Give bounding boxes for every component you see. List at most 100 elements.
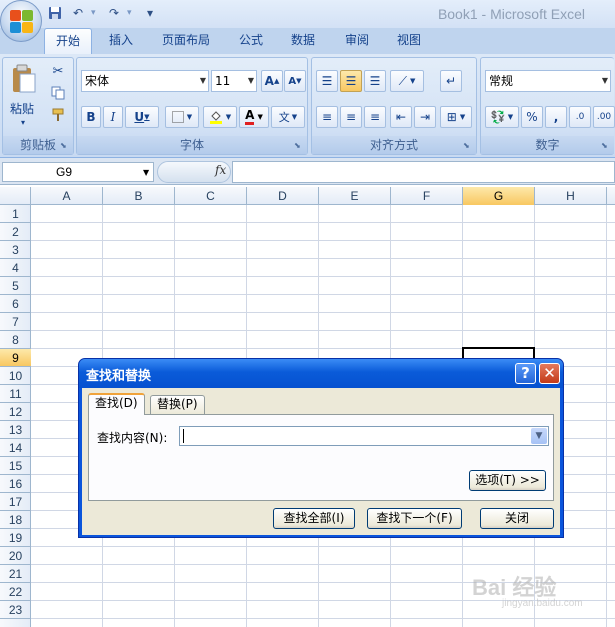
increase-decimal-icon[interactable]: .0 — [569, 106, 591, 128]
font-launcher-icon[interactable]: ⬊ — [294, 141, 304, 151]
row-header[interactable]: 13 — [0, 421, 31, 439]
close-icon[interactable]: ✕ — [539, 363, 560, 384]
font-size-combo[interactable]: 11 ▼ — [211, 70, 257, 92]
close-button[interactable]: 关闭 — [480, 508, 554, 529]
redo-dropdown-icon[interactable]: ▾ — [127, 6, 137, 20]
office-button[interactable] — [0, 0, 42, 42]
copy-icon[interactable] — [49, 84, 67, 102]
row-header[interactable]: 14 — [0, 439, 31, 457]
tab-data[interactable]: 数据 — [280, 28, 326, 54]
column-header-b[interactable]: B — [103, 187, 175, 205]
row-header[interactable]: 11 — [0, 385, 31, 403]
row-header[interactable]: 22 — [0, 583, 31, 601]
paste-dropdown-icon[interactable]: ▾ — [21, 118, 25, 127]
number-format-combo[interactable]: 常规 ▼ — [485, 70, 611, 92]
wrap-text-icon[interactable]: ↵ — [440, 70, 462, 92]
align-left-icon[interactable]: ≡ — [316, 106, 338, 128]
font-name-dropdown-icon[interactable]: ▼ — [200, 71, 206, 91]
increase-indent-icon[interactable]: ⇥ — [414, 106, 436, 128]
tab-page-layout[interactable]: 页面布局 — [152, 28, 220, 54]
phonetic-icon[interactable]: 文 ▼ — [271, 106, 305, 128]
borders-icon[interactable]: ▼ — [165, 106, 199, 128]
column-header-e[interactable]: E — [319, 187, 391, 205]
row-header[interactable]: 8 — [0, 331, 31, 349]
row-header[interactable]: 6 — [0, 295, 31, 313]
row-header[interactable]: 4 — [0, 259, 31, 277]
number-launcher-icon[interactable]: ⬊ — [601, 141, 611, 151]
paste-icon[interactable] — [9, 64, 39, 94]
fill-color-icon[interactable]: ▼ — [203, 106, 237, 128]
row-header[interactable]: 3 — [0, 241, 31, 259]
dialog-title-bar[interactable]: 查找和替换 ? ✕ — [79, 359, 563, 388]
help-button[interactable]: ? — [515, 363, 536, 384]
row-header[interactable]: 23 — [0, 601, 31, 619]
name-box[interactable]: G9 — [2, 162, 154, 182]
percent-icon[interactable]: % — [521, 106, 543, 128]
cut-icon[interactable]: ✂ — [49, 62, 67, 80]
row-header[interactable]: 16 — [0, 475, 31, 493]
row-header[interactable]: 19 — [0, 529, 31, 547]
row-header[interactable]: 20 — [0, 547, 31, 565]
alignment-launcher-icon[interactable]: ⬊ — [463, 141, 473, 151]
number-format-dropdown-icon[interactable]: ▼ — [602, 71, 608, 91]
row-header[interactable]: 9 — [0, 349, 31, 367]
formula-input[interactable] — [232, 161, 615, 183]
column-header-d[interactable]: D — [247, 187, 319, 205]
align-middle-icon[interactable]: ☰ — [340, 70, 362, 92]
shrink-font-icon[interactable]: A ▼ — [284, 70, 306, 92]
column-header-a[interactable]: A — [31, 187, 103, 205]
column-header-f[interactable]: F — [391, 187, 463, 205]
row-header[interactable]: 18 — [0, 511, 31, 529]
italic-icon[interactable]: I — [103, 106, 123, 128]
row-header[interactable]: 12 — [0, 403, 31, 421]
column-header-g[interactable]: G — [463, 187, 535, 205]
column-header-c[interactable]: C — [175, 187, 247, 205]
find-what-dropdown-icon[interactable]: ▼ — [531, 428, 547, 444]
tab-replace[interactable]: 替换(P) — [150, 395, 205, 414]
currency-icon[interactable]: 💱 ▼ — [485, 106, 519, 128]
align-right-icon[interactable]: ≡ — [364, 106, 386, 128]
name-box-dropdown-icon[interactable]: ▼ — [143, 168, 149, 177]
orientation-icon[interactable]: ⟋ ▼ — [390, 70, 424, 92]
customize-icon[interactable]: ▾ — [140, 4, 160, 22]
paste-label[interactable]: 粘贴 — [10, 100, 34, 117]
decrease-decimal-icon[interactable]: .00 — [593, 106, 615, 128]
font-size-dropdown-icon[interactable]: ▼ — [248, 71, 254, 91]
undo-icon[interactable]: ↶ — [68, 4, 88, 22]
row-header[interactable]: 17 — [0, 493, 31, 511]
row-header[interactable]: 10 — [0, 367, 31, 385]
options-button[interactable]: 选项(T) >> — [469, 470, 546, 491]
clipboard-launcher-icon[interactable]: ⬊ — [60, 141, 70, 151]
grow-font-icon[interactable]: A ▲ — [261, 70, 283, 92]
find-all-button[interactable]: 查找全部(I) — [273, 508, 355, 529]
tab-review[interactable]: 审阅 — [334, 28, 380, 54]
row-header[interactable]: 7 — [0, 313, 31, 331]
undo-dropdown-icon[interactable]: ▾ — [91, 6, 101, 20]
align-bottom-icon[interactable]: ☰ — [364, 70, 386, 92]
align-center-icon[interactable]: ≡ — [340, 106, 362, 128]
tab-find[interactable]: 查找(D) — [88, 393, 145, 415]
save-icon[interactable] — [45, 4, 65, 22]
tab-home[interactable]: 开始 — [44, 28, 92, 55]
find-what-input[interactable]: ▼ — [179, 426, 549, 446]
row-header[interactable]: 21 — [0, 565, 31, 583]
insert-function-icon[interactable]: fx — [215, 163, 226, 177]
format-painter-icon[interactable] — [49, 106, 67, 124]
tab-formulas[interactable]: 公式 — [228, 28, 274, 54]
comma-style-icon[interactable]: , — [545, 106, 567, 128]
tab-insert[interactable]: 插入 — [98, 28, 144, 54]
align-top-icon[interactable]: ☰ — [316, 70, 338, 92]
find-next-button[interactable]: 查找下一个(F) — [367, 508, 462, 529]
tab-view[interactable]: 视图 — [386, 28, 432, 54]
font-color-icon[interactable]: A ▼ — [239, 106, 269, 128]
row-header[interactable]: 5 — [0, 277, 31, 295]
select-all-button[interactable] — [0, 187, 31, 205]
row-header[interactable]: 15 — [0, 457, 31, 475]
underline-icon[interactable]: U ▼ — [125, 106, 159, 128]
font-name-combo[interactable]: 宋体 ▼ — [81, 70, 209, 92]
bold-icon[interactable]: B — [81, 106, 101, 128]
column-header-h[interactable]: H — [535, 187, 607, 205]
row-header[interactable]: 2 — [0, 223, 31, 241]
decrease-indent-icon[interactable]: ⇤ — [390, 106, 412, 128]
redo-icon[interactable]: ↷ — [104, 4, 124, 22]
